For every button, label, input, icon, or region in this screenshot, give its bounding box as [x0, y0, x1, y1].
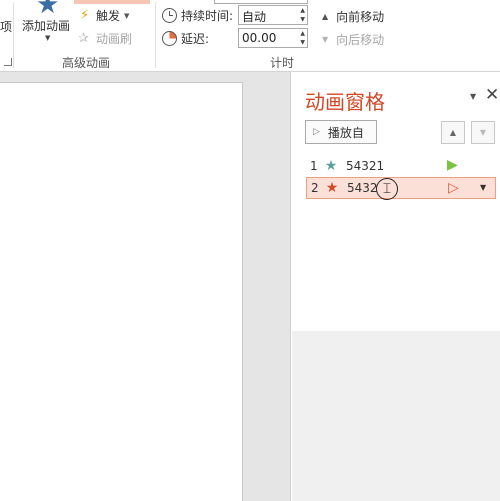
- slide-canvas[interactable]: [0, 82, 243, 501]
- move-later-button[interactable]: ▼ 向后移动: [322, 31, 384, 48]
- highlighted-button-edge: [74, 0, 150, 4]
- ribbon: 项 ★ 添加动画 ▼ ⚡ 触发 ▼ ✰ 动画刷 高级动画 持续时间: 自动 ▲ …: [0, 0, 500, 72]
- chevron-down-icon: ▼: [124, 11, 130, 20]
- animation-index: 1: [310, 159, 318, 173]
- play-icon: ▷: [313, 127, 320, 137]
- add-animation-dropdown-icon[interactable]: ▼: [45, 34, 50, 42]
- spin-down-icon[interactable]: ▼: [300, 16, 305, 23]
- animation-pane: 动画窗格 ▼ ✕ ▷ 播放自 ▲ ▼ 1 ★ 54321 ▶ 2 ★ 5432 …: [292, 72, 500, 501]
- group-divider: [13, 2, 14, 68]
- group-divider: [155, 2, 156, 68]
- spin-up-icon[interactable]: ▲: [300, 30, 305, 37]
- exit-star-icon: ★: [325, 180, 339, 196]
- ribbon-cut-label: 项: [0, 20, 13, 34]
- duration-row: 持续时间:: [162, 7, 233, 24]
- close-icon[interactable]: ✕: [485, 85, 499, 105]
- duration-value: 自动: [242, 10, 267, 24]
- animation-name: 54321: [346, 159, 385, 173]
- ribbon-field-edge: [214, 0, 308, 4]
- delay-label: 延迟:: [181, 32, 210, 46]
- animation-painter-label: 动画刷: [96, 32, 133, 46]
- pane-title: 动画窗格: [305, 90, 385, 114]
- spin-up-icon[interactable]: ▲: [300, 7, 305, 14]
- slide-workspace: [0, 72, 291, 501]
- text-cursor-icon: ⌶: [376, 178, 398, 200]
- animation-index: 2: [311, 181, 319, 195]
- duration-input[interactable]: 自动 ▲ ▼: [238, 5, 308, 25]
- delay-input[interactable]: 00.00 ▲ ▼: [238, 28, 308, 48]
- animation-item[interactable]: 1 ★ 54321 ▶: [306, 155, 496, 177]
- triangle-up-icon: ▲: [322, 12, 329, 21]
- group-launcher-icon[interactable]: [4, 58, 12, 66]
- spin-down-icon[interactable]: ▼: [300, 39, 305, 46]
- timeline-play-icon: ▶: [447, 157, 458, 173]
- delay-row: 延迟:: [162, 30, 209, 47]
- lightning-icon: ⚡: [80, 8, 90, 23]
- item-dropdown-icon[interactable]: ▼: [480, 183, 486, 192]
- add-animation-star-icon[interactable]: ★: [36, 0, 59, 18]
- timeline-play-icon: ▷: [448, 180, 459, 196]
- pane-options-icon[interactable]: ▼: [470, 92, 476, 101]
- play-from-button[interactable]: ▷ 播放自: [305, 120, 377, 144]
- delay-value: 00.00: [242, 31, 277, 45]
- triangle-up-icon: ▲: [449, 128, 457, 137]
- move-earlier-button[interactable]: ▲ 向前移动: [322, 8, 384, 25]
- clock-icon: [162, 8, 177, 23]
- triangle-down-icon: ▼: [322, 35, 329, 44]
- delay-icon: [162, 31, 177, 46]
- move-later-label: 向后移动: [336, 33, 385, 47]
- painter-star-icon: ✰: [78, 31, 89, 46]
- move-up-button[interactable]: ▲: [441, 121, 465, 144]
- add-animation-button[interactable]: 添加动画: [22, 17, 70, 34]
- animation-painter-button[interactable]: ✰ 动画刷: [78, 30, 132, 47]
- trigger-label: 触发: [96, 9, 121, 23]
- triangle-down-icon: ▼: [479, 128, 487, 137]
- trigger-button[interactable]: ⚡ 触发 ▼: [80, 7, 129, 24]
- advanced-animation-group-label: 高级动画: [62, 56, 111, 70]
- animation-name: 5432: [347, 181, 378, 195]
- animation-item-selected[interactable]: 2 ★ 5432 ▷ ▼: [306, 177, 496, 199]
- emphasis-star-icon: ★: [324, 158, 338, 174]
- play-from-label: 播放自: [327, 125, 364, 140]
- move-down-button[interactable]: ▼: [471, 121, 495, 144]
- duration-label: 持续时间:: [181, 9, 234, 23]
- move-earlier-label: 向前移动: [336, 10, 385, 24]
- timing-group-label: 计时: [270, 56, 295, 70]
